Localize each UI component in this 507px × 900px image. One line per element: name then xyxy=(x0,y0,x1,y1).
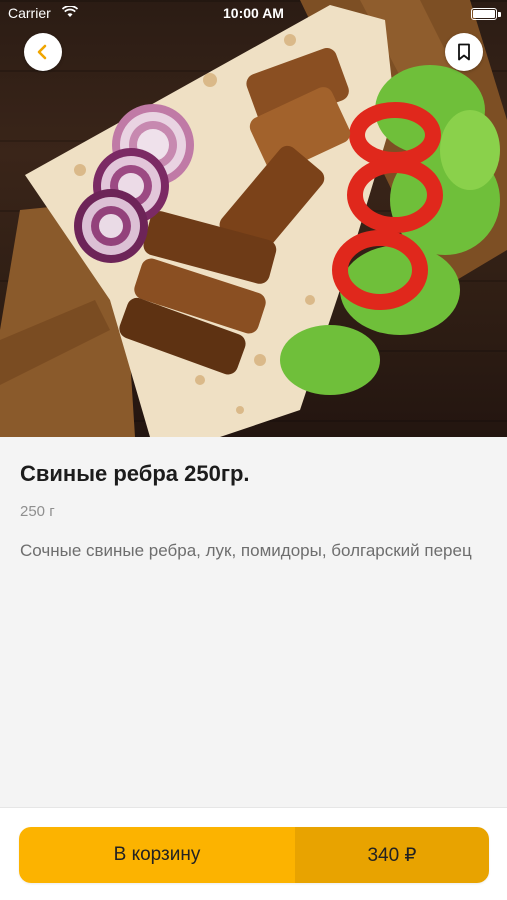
add-to-cart-label[interactable]: В корзину xyxy=(19,827,295,883)
product-description: Сочные свиные ребра, лук, помидоры, болг… xyxy=(20,541,472,560)
product-price[interactable]: 340 ₽ xyxy=(295,827,489,883)
product-details: Свиные ребра 250гр. 250 г Сочные свиные … xyxy=(0,437,507,807)
chevron-left-icon xyxy=(37,44,47,60)
clock: 10:00 AM xyxy=(223,5,284,21)
status-bar: Carrier 10:00 AM xyxy=(0,0,507,28)
food-illustration xyxy=(0,0,507,437)
back-button[interactable] xyxy=(24,33,62,71)
product-title: Свиные ребра 250гр. xyxy=(20,461,250,486)
bookmark-button[interactable] xyxy=(445,33,483,71)
battery-icon xyxy=(471,8,497,20)
bottom-bar: В корзину 340 ₽ xyxy=(0,807,507,900)
product-photo xyxy=(0,0,507,437)
battery-tip xyxy=(498,12,501,17)
bookmark-icon xyxy=(458,43,470,61)
product-weight: 250 г xyxy=(20,503,55,520)
add-to-cart-button[interactable]: В корзину 340 ₽ xyxy=(19,827,489,883)
